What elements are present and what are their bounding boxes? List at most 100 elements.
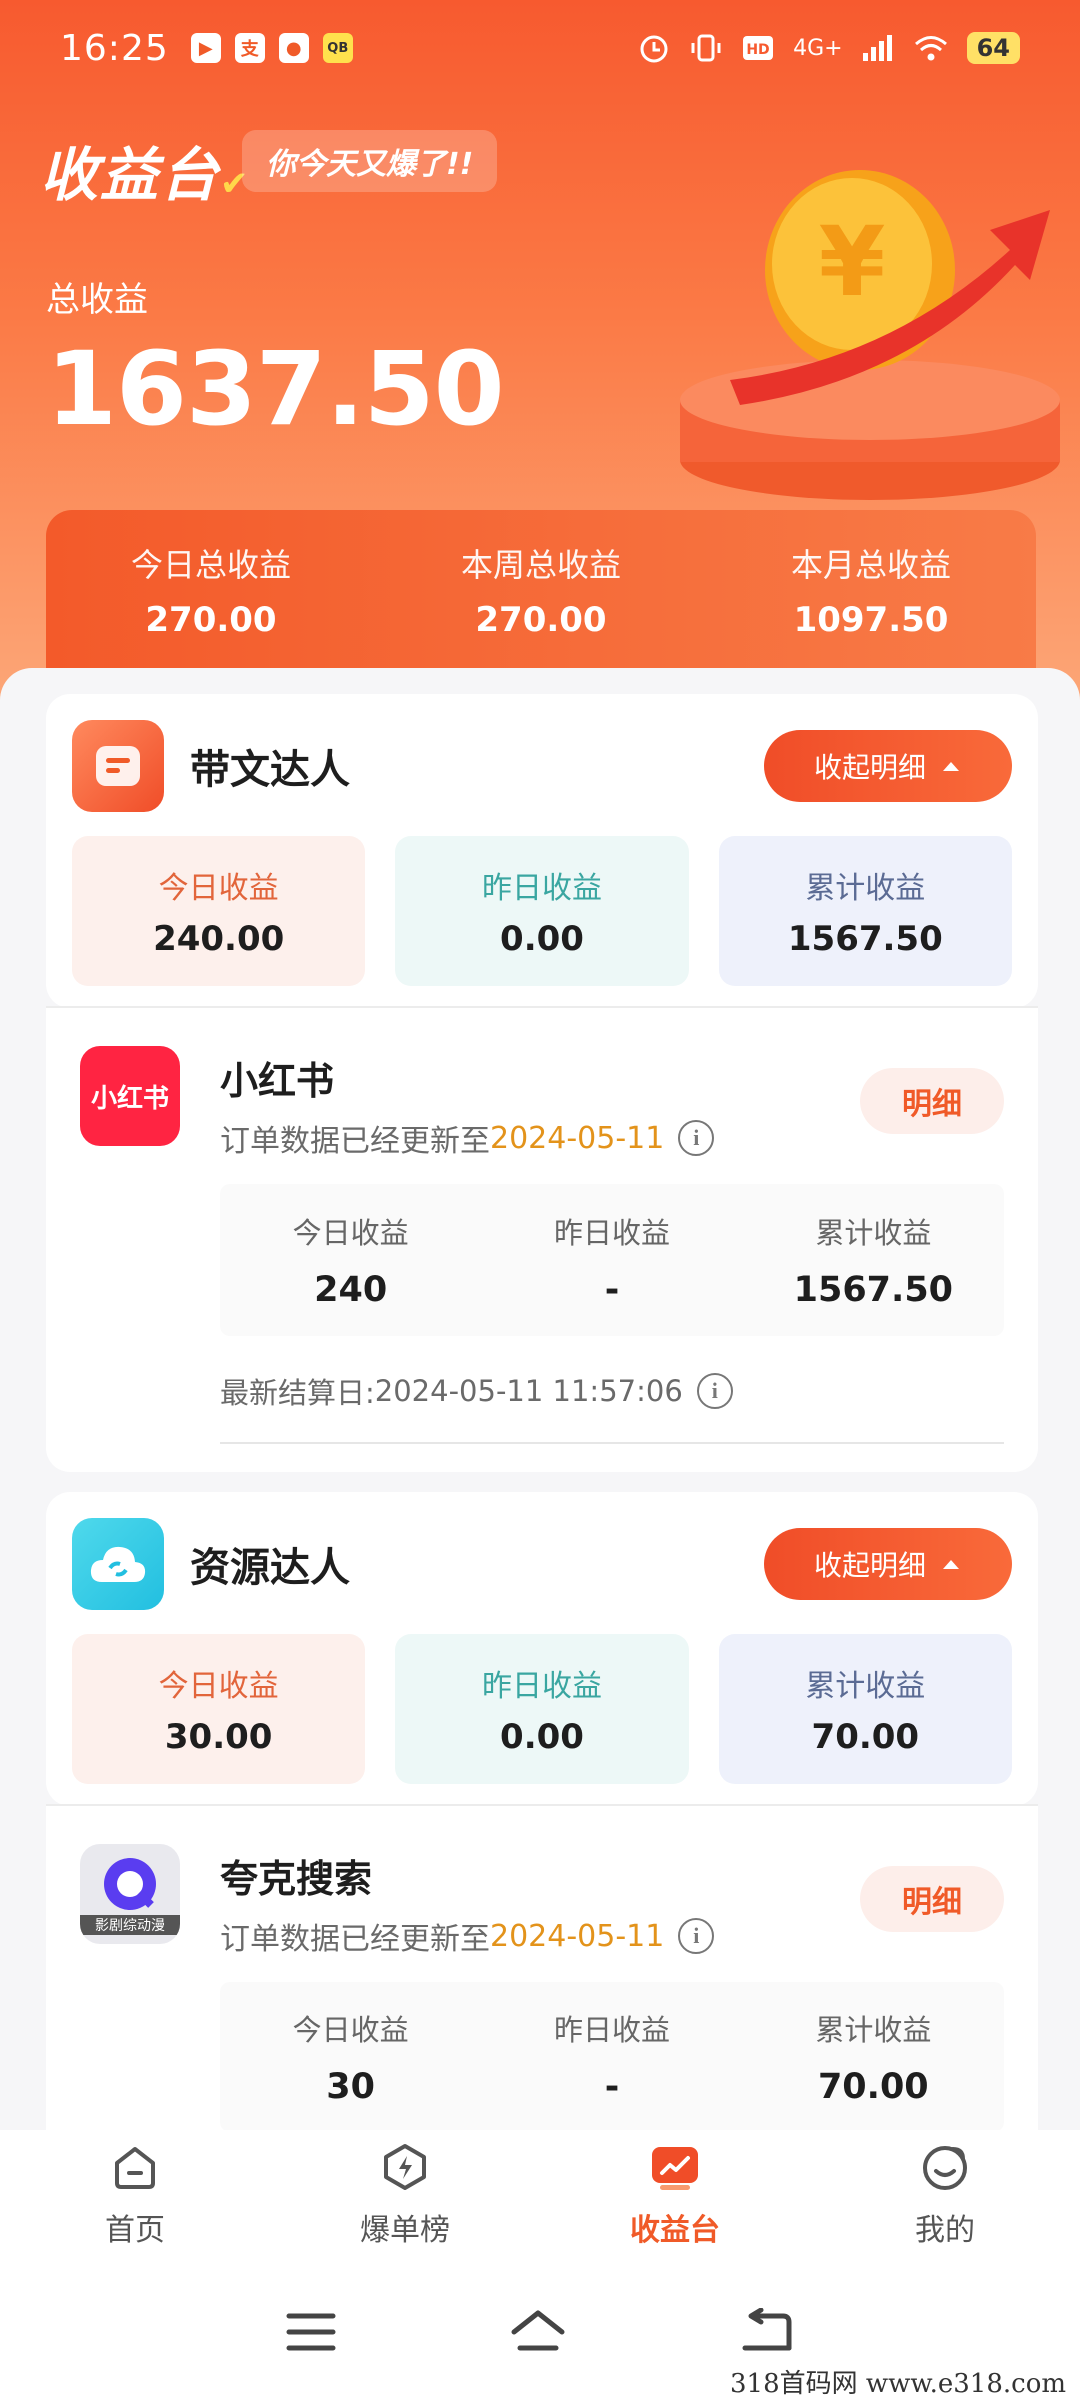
stat-value: 240.00 [153,919,285,959]
lightning-icon [384,2144,426,2190]
stat-value: 0.00 [500,919,584,959]
hd-icon: HD [743,36,774,60]
update-status: 订单数据已经更新至 2024-05-11 i [220,1116,715,1160]
status-app-icons: ▶ 支 ● QB [190,33,353,63]
stat-label: 今日收益 [292,2013,409,2047]
document-icon [72,720,164,812]
summary-label: 本月总收益 [790,546,951,584]
platform-card-quark: 影剧综动漫 夸克搜索 订单数据已经更新至 2024-05-11 i 明细 今日收益… [46,1804,1038,2132]
update-prefix: 订单数据已经更新至 [220,1124,490,1159]
coin-illustration: ¥ [680,170,1060,500]
settle-value: 2024-05-11 11:57:06 [374,1374,683,1408]
tagline-badge: 你今天又爆了!! [242,130,498,192]
stat-yesterday: 昨日收益 0.00 [395,836,689,986]
settlement-date: 最新结算日: 2024-05-11 11:57:06 i [220,1370,733,1412]
category-card-ziyuan: 资源达人 收起明细 今日收益 30.00 昨日收益 0.00 累计收益 70.00 [46,1492,1038,1806]
bottom-tab-bar: 首页 爆单榜 收益台 我的 [0,2130,1080,2260]
map-app-icon: ● [278,33,309,63]
stat-value: 70.00 [817,2067,929,2107]
collapse-details-button[interactable]: 收起明细 [764,1528,1012,1600]
stat-value: 0.00 [500,1717,584,1757]
summary-week: 本周总收益 270.00 [376,510,706,670]
tab-home[interactable]: 首页 [0,2130,270,2260]
platform-name: 小红书 [220,1059,335,1103]
stat-value: 1567.50 [787,919,943,959]
home-icon [115,2147,155,2189]
signal-icon [862,35,892,61]
stat-label: 累计收益 [805,1669,926,1704]
total-earnings-label: 总收益 [46,280,148,320]
stat-total: 累计收益 1567.50 [743,1184,1004,1336]
stat-today: 今日收益 30 [220,1982,481,2132]
back-icon[interactable] [739,2308,795,2356]
menu-icon[interactable] [285,2310,337,2354]
period-summary: 今日总收益 270.00 本周总收益 270.00 本月总收益 1097.50 [46,510,1036,670]
tab-profile[interactable]: 我的 [810,2130,1080,2260]
quark-logo: 影剧综动漫 [80,1844,180,1944]
platform-stats: 今日收益 30 昨日收益 - 累计收益 70.00 [220,1982,1004,2132]
stat-value: 240 [314,1270,388,1310]
stat-today: 今日收益 30.00 [72,1634,366,1784]
category-stats: 今日收益 240.00 昨日收益 0.00 累计收益 1567.50 [72,836,1012,986]
caret-up-icon [943,1560,959,1569]
logo-text: 小红书 [90,1083,169,1114]
detail-button[interactable]: 明细 [860,1068,1004,1134]
detail-button[interactable]: 明细 [860,1866,1004,1932]
network-label: 4G+ [793,35,843,61]
tab-hot-list[interactable]: 爆单榜 [270,2130,540,2260]
status-time: 16:25 [60,27,169,69]
stat-label: 今日收益 [292,1216,409,1250]
svg-text:¥: ¥ [819,206,886,318]
collapse-label: 收起明细 [813,751,926,784]
summary-label: 今日总收益 [130,546,291,584]
chart-icon [652,2147,698,2190]
update-date: 2024-05-11 [490,1918,665,1954]
xiaohongshu-logo: 小红书 [80,1046,180,1146]
summary-value: 270.00 [145,600,277,640]
stat-label: 昨日收益 [481,1669,602,1704]
info-icon[interactable]: i [678,1120,715,1156]
stat-value: 70.00 [811,1717,920,1757]
tab-label: 爆单榜 [360,2213,450,2248]
stat-today: 今日收益 240 [220,1184,481,1336]
summary-value: 270.00 [475,600,607,640]
summary-month: 本月总收益 1097.50 [706,510,1036,670]
tab-earnings[interactable]: 收益台 [540,2130,810,2260]
platform-name: 夸克搜索 [220,1857,373,1901]
stat-yesterday: 昨日收益 - [481,1184,742,1336]
svg-text:HD: HD [746,42,769,58]
stat-value: 30.00 [164,1717,273,1757]
wifi-icon [914,36,947,61]
status-bar: 16:25 ▶ 支 ● QB HD 4G+ 64 [0,0,1080,96]
info-icon[interactable]: i [678,1918,715,1954]
quark-logo-mark [104,1858,156,1910]
info-icon[interactable]: i [696,1373,733,1409]
tab-label: 首页 [105,2213,165,2248]
platform-card-xiaohongshu: 小红书 小红书 订单数据已经更新至 2024-05-11 i 明细 今日收益 240… [46,1006,1038,1472]
collapse-details-button[interactable]: 收起明细 [764,730,1012,802]
stat-label: 累计收益 [815,1216,932,1250]
update-date: 2024-05-11 [490,1120,665,1156]
platform-stats: 今日收益 240 昨日收益 - 累计收益 1567.50 [220,1184,1004,1336]
category-card-daiwen: 带文达人 收起明细 今日收益 240.00 昨日收益 0.00 累计收益 1567.5… [46,694,1038,1008]
stat-value: - [604,1270,620,1310]
category-stats: 今日收益 30.00 昨日收益 0.00 累计收益 70.00 [72,1634,1012,1784]
stat-label: 今日收益 [158,1669,279,1704]
summary-value: 1097.50 [793,600,949,640]
update-status: 订单数据已经更新至 2024-05-11 i [220,1914,715,1958]
total-earnings-value: 1637.50 [46,330,505,449]
summary-label: 本周总收益 [460,546,621,584]
tab-label: 收益台 [630,2213,720,2248]
stat-yesterday: 昨日收益 - [481,1982,742,2132]
page-title: 收益台✔ [40,128,251,212]
stat-today: 今日收益 240.00 [72,836,366,986]
stat-label: 昨日收益 [481,871,602,906]
tab-label: 我的 [915,2213,975,2248]
alipay-app-icon: 支 [234,33,265,63]
home-nav-icon[interactable] [508,2308,568,2356]
category-header: 资源达人 收起明细 [72,1518,1012,1610]
stat-total: 累计收益 70.00 [718,1634,1012,1784]
page-title-text: 收益台 [40,141,221,209]
stat-label: 今日收益 [158,871,279,906]
stat-value: 1567.50 [793,1270,954,1310]
